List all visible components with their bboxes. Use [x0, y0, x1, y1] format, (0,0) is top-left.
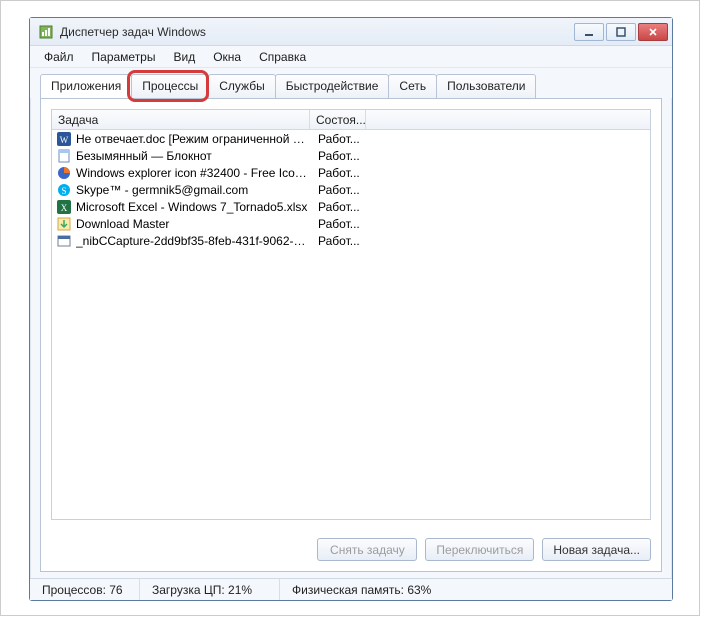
- svg-text:W: W: [60, 135, 69, 145]
- word-icon: W: [56, 131, 72, 147]
- titlebar[interactable]: Диспетчер задач Windows: [30, 18, 672, 46]
- tab-applications[interactable]: Приложения: [40, 74, 132, 98]
- svg-text:S: S: [61, 186, 66, 196]
- new-task-button[interactable]: Новая задача...: [542, 538, 651, 561]
- window-title: Диспетчер задач Windows: [60, 25, 574, 39]
- maximize-button[interactable]: [606, 23, 636, 41]
- task-status: Работ...: [312, 132, 368, 146]
- close-button[interactable]: [638, 23, 668, 41]
- task-name: Не отвечает.doc [Режим ограниченной функ…: [76, 132, 312, 146]
- tab-networking[interactable]: Сеть: [388, 74, 437, 98]
- task-status: Работ...: [312, 183, 368, 197]
- tab-services[interactable]: Службы: [208, 74, 275, 98]
- task-status: Работ...: [312, 217, 368, 231]
- task-name: Безымянный — Блокнот: [76, 149, 312, 163]
- applications-panel: Задача Состоя... W Не отвечает.doc [Режим…: [40, 98, 662, 572]
- dm-icon: [56, 216, 72, 232]
- table-row[interactable]: X Microsoft Excel - Windows 7_Tornado5.xl…: [52, 198, 650, 215]
- applications-list[interactable]: Задача Состоя... W Не отвечает.doc [Режим…: [51, 109, 651, 520]
- tab-performance[interactable]: Быстродействие: [275, 74, 390, 98]
- skype-icon: S: [56, 182, 72, 198]
- svg-text:X: X: [61, 203, 68, 213]
- menu-options[interactable]: Параметры: [84, 48, 164, 66]
- task-status: Работ...: [312, 200, 368, 214]
- menu-help[interactable]: Справка: [251, 48, 314, 66]
- menu-file[interactable]: Файл: [36, 48, 82, 66]
- task-status: Работ...: [312, 234, 368, 248]
- table-row[interactable]: Download MasterРабот...: [52, 215, 650, 232]
- task-name: Skype™ - germnik5@gmail.com: [76, 183, 312, 197]
- task-name: Windows explorer icon #32400 - Free Icon…: [76, 166, 312, 180]
- task-manager-window: Диспетчер задач Windows Файл Параметры В…: [29, 17, 673, 601]
- column-status[interactable]: Состоя...: [310, 110, 366, 129]
- task-name: Download Master: [76, 217, 312, 231]
- end-task-button[interactable]: Снять задачу: [317, 538, 417, 561]
- tab-processes[interactable]: Процессы: [131, 74, 209, 98]
- menubar: Файл Параметры Вид Окна Справка: [30, 46, 672, 68]
- table-row[interactable]: S Skype™ - germnik5@gmail.comРабот...: [52, 181, 650, 198]
- task-status: Работ...: [312, 149, 368, 163]
- table-row[interactable]: W Не отвечает.doc [Режим ограниченной фун…: [52, 130, 650, 147]
- excel-icon: X: [56, 199, 72, 215]
- table-row[interactable]: Безымянный — БлокнотРабот...: [52, 147, 650, 164]
- menu-windows[interactable]: Окна: [205, 48, 249, 66]
- task-status: Работ...: [312, 166, 368, 180]
- task-name: _nibCCapture-2dd9bf35-8feb-431f-9062-68e…: [76, 234, 312, 248]
- table-row[interactable]: _nibCCapture-2dd9bf35-8feb-431f-9062-68e…: [52, 232, 650, 249]
- status-processes: Процессов: 76: [30, 579, 140, 600]
- statusbar: Процессов: 76 Загрузка ЦП: 21% Физическа…: [30, 578, 672, 600]
- list-body[interactable]: W Не отвечает.doc [Режим ограниченной фун…: [52, 130, 650, 519]
- tab-users[interactable]: Пользователи: [436, 74, 536, 98]
- button-row: Снять задачу Переключиться Новая задача.…: [41, 530, 661, 571]
- table-row[interactable]: Windows explorer icon #32400 - Free Icon…: [52, 164, 650, 181]
- column-task[interactable]: Задача: [52, 110, 310, 129]
- minimize-button[interactable]: [574, 23, 604, 41]
- switch-to-button[interactable]: Переключиться: [425, 538, 534, 561]
- capture-icon: [56, 233, 72, 249]
- firefox-icon: [56, 165, 72, 181]
- task-manager-icon: [38, 24, 54, 40]
- task-name: Microsoft Excel - Windows 7_Tornado5.xls…: [76, 200, 312, 214]
- tabbar: Приложения Процессы Службы Быстродействи…: [30, 68, 672, 98]
- status-memory: Физическая память: 63%: [280, 579, 672, 600]
- list-header[interactable]: Задача Состоя...: [52, 110, 650, 130]
- menu-view[interactable]: Вид: [165, 48, 203, 66]
- notepad-icon: [56, 148, 72, 164]
- status-cpu: Загрузка ЦП: 21%: [140, 579, 280, 600]
